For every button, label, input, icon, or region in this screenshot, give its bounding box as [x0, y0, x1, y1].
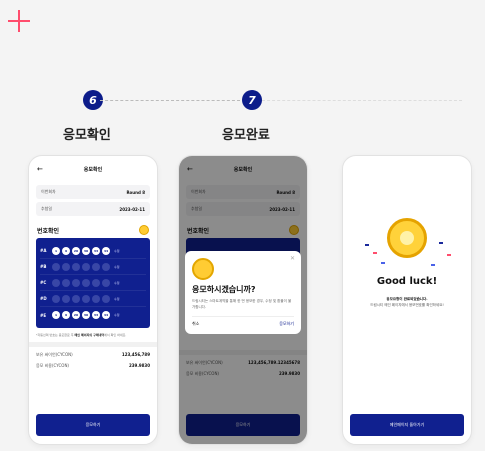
screen-title: 응모확인 — [83, 166, 103, 173]
cost-label: 응모 비용(CYCON) — [36, 363, 69, 368]
line-tag: #A — [40, 248, 47, 253]
dialog-actions: 취소 응모하기 — [192, 316, 294, 327]
balance-label: 보유 싸이언(CYCON) — [36, 352, 73, 357]
done-message: 응모요청이 완료되었습니다. 드림시티 메인 페이지에서 응모번호를 확인하세요! — [343, 296, 471, 308]
empty-ball — [82, 262, 90, 271]
confetti — [381, 262, 385, 264]
date-value: 2023-02-11 — [119, 206, 145, 212]
phone-header: ← 응모확인 — [29, 156, 157, 182]
round-value: Round 8 — [126, 189, 145, 195]
dialog-text: 드림시티는 스마트계약을 통해 한 번 응모한 경우, 수정 및 환불이 불가합… — [192, 299, 292, 309]
empty-ball — [52, 278, 60, 287]
line-a[interactable]: #A 1 9 20 30 33 44 수정 — [40, 243, 146, 259]
auto-note: *자동선택 번호는 응모완료 후 메인 페이지의 구매내역에서 확인 하세요. — [36, 333, 150, 337]
line-c[interactable]: #C 수정 — [40, 275, 146, 291]
empty-ball — [92, 294, 100, 303]
number-board: #A 1 9 20 30 33 44 수정 #B 수정 #C 수정 #D 수정 #E 19… — [36, 238, 150, 328]
done-message-bold: 응모요청이 완료되었습니다. — [386, 297, 428, 301]
close-icon[interactable]: ✕ — [290, 255, 295, 262]
confetti — [431, 264, 435, 266]
back-to-main-button[interactable]: 메인페이지 돌아가기 — [350, 414, 464, 436]
number-ball: 33 — [92, 246, 100, 255]
number-section: 번호확인 — [37, 225, 149, 235]
phone-confirm: ← 응모확인 이번회차 Round 8 추첨일 2023-02-11 번호확인 #A… — [28, 155, 158, 445]
number-ball: 20 — [72, 311, 80, 319]
note-text: *자동선택 번호는 응모완료 후 — [36, 333, 75, 337]
empty-ball — [102, 262, 110, 271]
edit-link[interactable]: 수정 — [114, 265, 120, 269]
empty-ball — [82, 294, 90, 303]
number-ball: 44 — [102, 246, 110, 255]
confetti — [439, 242, 443, 244]
phone-modal: ← 응모확인 이번회차 Round 8 추첨일 2023-02-11 번호확인 보유… — [178, 155, 308, 445]
number-ball: 9 — [62, 246, 70, 255]
edit-link[interactable]: 수정 — [114, 249, 120, 253]
dialog-title: 응모하시겠습니까? — [192, 285, 256, 294]
phone-done: Good luck! 응모요청이 완료되었습니다. 드림시티 메인 페이지에서 응… — [342, 155, 472, 445]
balance-row: 보유 싸이언(CYCON) 123,456,789 — [36, 352, 150, 358]
cost-value: 239.9830 — [128, 363, 150, 368]
cancel-button[interactable]: 취소 — [192, 321, 199, 327]
date-label: 추첨일 — [41, 206, 53, 211]
good-luck-title: Good luck! — [376, 276, 438, 287]
empty-ball — [72, 262, 80, 271]
line-tag: #B — [40, 264, 47, 269]
balance-value: 123,456,789 — [121, 352, 150, 357]
step-connector — [100, 100, 240, 101]
number-ball: 1 — [52, 311, 60, 319]
line-b[interactable]: #B 수정 — [40, 259, 146, 275]
line-e[interactable]: #E 1 9 20 30 33 44 수정 — [40, 307, 146, 323]
step-7-badge: 7 — [242, 90, 262, 110]
empty-ball — [62, 294, 70, 303]
date-row: 추첨일 2023-02-11 — [36, 202, 150, 216]
number-ball: 1 — [52, 246, 60, 255]
empty-ball — [52, 294, 60, 303]
line-tag: #D — [40, 296, 47, 301]
plus-icon — [8, 10, 30, 32]
divider — [29, 342, 157, 347]
confirm-dialog: ✕ 응모하시겠습니까? 드림시티는 스마트계약을 통해 한 번 응모한 경우, … — [185, 251, 301, 334]
confirm-button[interactable]: 응모하기 — [279, 321, 294, 327]
edit-link[interactable]: 수정 — [114, 281, 120, 285]
confetti — [373, 252, 377, 254]
clover-coin-icon — [387, 218, 427, 258]
empty-ball — [52, 262, 60, 271]
empty-ball — [102, 294, 110, 303]
empty-ball — [82, 278, 90, 287]
empty-ball — [62, 262, 70, 271]
empty-ball — [62, 278, 70, 287]
note-bold: 메인 페이지의 구매내역 — [74, 333, 105, 337]
note-suffix: 에서 확인 하세요. — [104, 333, 127, 337]
step-6-title: 응모확인 — [63, 128, 111, 143]
confetti — [365, 244, 369, 246]
number-ball: 20 — [72, 246, 80, 255]
round-label: 이번회차 — [41, 189, 56, 194]
edit-link[interactable]: 수정 — [114, 313, 120, 317]
empty-ball — [72, 278, 80, 287]
round-row: 이번회차 Round 8 — [36, 185, 150, 199]
line-tag: #E — [40, 312, 47, 318]
number-ball: 33 — [92, 311, 100, 319]
done-message-text: 드림시티 메인 페이지에서 응모번호를 확인하세요! — [370, 303, 444, 307]
confetti — [447, 254, 451, 256]
edit-link[interactable]: 수정 — [114, 297, 120, 301]
empty-ball — [92, 278, 100, 287]
line-d[interactable]: #D 수정 — [40, 291, 146, 307]
number-ball: 9 — [62, 311, 70, 319]
number-ball: 44 — [102, 311, 110, 319]
step-connector-2 — [262, 100, 462, 101]
step-7-title: 응모완료 — [222, 128, 270, 143]
coin-icon — [192, 258, 214, 280]
clover-icon — [139, 225, 149, 235]
number-ball: 30 — [82, 246, 90, 255]
cost-row: 응모 비용(CYCON) 239.9830 — [36, 363, 150, 369]
line-tag: #C — [40, 280, 47, 285]
section-title: 번호확인 — [37, 227, 60, 235]
empty-ball — [102, 278, 110, 287]
empty-ball — [92, 262, 100, 271]
apply-button[interactable]: 응모하기 — [36, 414, 150, 436]
back-arrow-icon[interactable]: ← — [37, 165, 43, 173]
number-ball: 30 — [82, 311, 90, 319]
empty-ball — [72, 294, 80, 303]
